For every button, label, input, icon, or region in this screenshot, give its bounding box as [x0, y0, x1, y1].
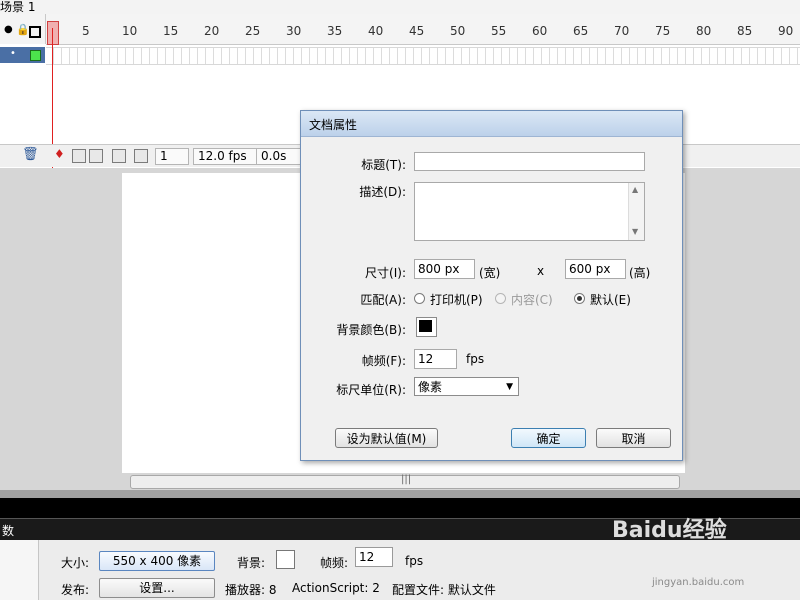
background-label: 背景: — [237, 556, 266, 570]
ruler-tick: 10 — [122, 24, 138, 38]
ruler-tick: 30 — [286, 24, 302, 38]
publish-label: 发布: — [61, 583, 90, 597]
edit-multiple-icon[interactable] — [112, 149, 126, 163]
actionscript-version: ActionScript: 2 — [292, 581, 380, 595]
frame-rate-unit: fps — [466, 352, 485, 366]
layer-color-icon[interactable] — [30, 50, 41, 61]
match-label: 匹配(A): — [360, 293, 406, 307]
scroll-grip-icon[interactable]: ||| — [401, 474, 411, 485]
height-input[interactable]: 600 px — [565, 259, 626, 279]
ruler-tick: 55 — [491, 24, 507, 38]
document-properties-dialog: 文档属性 标题(T): 描述(D): ▲ ▼ 尺寸(I): 800 px (宽)… — [300, 110, 683, 461]
ruler-units-label: 标尺单位(R): — [336, 383, 406, 397]
dimensions-label: 尺寸(I): — [365, 266, 406, 280]
dialog-title: 文档属性 — [309, 118, 358, 132]
ruler-units-value: 像素 — [418, 380, 443, 394]
ruler-tick: 85 — [737, 24, 753, 38]
match-default-label[interactable]: 默认(E) — [590, 291, 631, 308]
match-contents-label: 内容(C) — [511, 293, 553, 307]
title-input[interactable] — [414, 152, 645, 171]
properties-title: 数 — [2, 524, 15, 538]
scroll-down-icon[interactable]: ▼ — [632, 227, 638, 236]
ruler-tick: 20 — [204, 24, 220, 38]
trash-icon[interactable]: 🗑 — [22, 147, 39, 162]
cancel-button[interactable]: 取消 — [596, 428, 671, 448]
layer-dot-icon: • — [10, 48, 16, 59]
description-input[interactable] — [414, 182, 645, 241]
settings-button[interactable]: 设置... — [99, 578, 215, 598]
panel-divider[interactable] — [0, 490, 800, 498]
current-frame: 1 — [155, 148, 189, 165]
dimension-separator: x — [537, 264, 545, 278]
bg-color-fill — [419, 320, 432, 332]
match-printer-radio[interactable] — [414, 293, 425, 304]
match-default-radio[interactable] — [574, 293, 585, 304]
ruler-tick: 50 — [450, 24, 466, 38]
dialog-title-bar[interactable]: 文档属性 — [301, 111, 682, 137]
eye-icon[interactable]: ● — [4, 24, 13, 35]
description-scrollbar[interactable]: ▲ ▼ — [628, 183, 644, 240]
ruler-tick: 15 — [163, 24, 179, 38]
match-contents-radio — [495, 293, 506, 304]
profile-name: 配置文件: 默认文件 — [392, 583, 496, 597]
horizontal-scrollbar[interactable]: ||| — [130, 474, 680, 489]
ruler-tick: 70 — [614, 24, 630, 38]
frame-rate-readout: 12.0 fps — [193, 148, 257, 165]
chevron-down-icon: ▼ — [506, 382, 513, 392]
frame-rate-label: 帧频(F): — [361, 354, 406, 368]
properties-side — [0, 540, 39, 600]
bg-color-label: 背景颜色(B): — [336, 323, 406, 337]
modify-markers-icon[interactable] — [134, 149, 148, 163]
playhead-icon[interactable] — [47, 21, 59, 45]
size-button[interactable]: 550 x 400 像素 — [99, 551, 215, 571]
ruler-units-select[interactable]: 像素 ▼ — [414, 377, 519, 396]
onion-outline-icon[interactable] — [89, 149, 103, 163]
layer-header: ● 🔒 — [0, 14, 46, 44]
size-label: 大小: — [61, 556, 90, 570]
frame-rate-input[interactable]: 12 — [414, 349, 457, 369]
ruler-tick: 25 — [245, 24, 261, 38]
width-suffix: (宽) — [479, 266, 501, 280]
player-version: 播放器: 8 — [225, 583, 277, 597]
background-swatch[interactable] — [276, 550, 295, 569]
frame-ruler[interactable]: 1 5 10 15 20 25 30 35 40 45 50 55 60 65 … — [46, 14, 800, 45]
layer-row[interactable]: • — [0, 47, 45, 63]
ruler-tick: 40 — [368, 24, 384, 38]
ruler-tick: 35 — [327, 24, 343, 38]
frame-rate-label: 帧频: — [320, 556, 349, 570]
scroll-up-icon[interactable]: ▲ — [632, 185, 638, 194]
ruler-tick: 75 — [655, 24, 671, 38]
watermark-url: jingyan.baidu.com — [652, 577, 745, 588]
fps-label: fps — [405, 554, 424, 568]
bg-color-swatch[interactable] — [416, 317, 437, 337]
scene-label: 场景 1 — [0, 0, 36, 14]
ruler-tick: 65 — [573, 24, 589, 38]
ruler-tick: 5 — [82, 24, 90, 38]
outline-icon[interactable] — [29, 26, 41, 38]
ruler-tick: 80 — [696, 24, 712, 38]
description-label: 描述(D): — [359, 185, 406, 199]
width-input[interactable]: 800 px — [414, 259, 475, 279]
onion-skin-icon[interactable] — [72, 149, 86, 163]
ruler-tick: 45 — [409, 24, 425, 38]
ruler-tick: 60 — [532, 24, 548, 38]
elapsed-time: 0.0s — [256, 148, 302, 165]
ok-button[interactable]: 确定 — [511, 428, 586, 448]
watermark-logo: Baidu经验 — [612, 518, 727, 543]
ruler-tick: 90 — [778, 24, 794, 38]
frame-cells[interactable] — [46, 47, 800, 65]
height-suffix: (高) — [629, 266, 651, 280]
scene-bar: 场景 1 — [0, 0, 800, 15]
frame-rate-input[interactable]: 12 — [355, 547, 393, 567]
make-default-button[interactable]: 设为默认值(M) — [335, 428, 438, 448]
title-label: 标题(T): — [361, 158, 406, 172]
properties-panel: 大小: 550 x 400 像素 背景: 帧频: 12 fps 发布: 设置..… — [0, 540, 800, 600]
match-printer-label[interactable]: 打印机(P) — [430, 291, 483, 308]
lock-icon[interactable]: 🔒 — [16, 23, 30, 36]
onion-center-icon[interactable]: ♦ — [54, 147, 65, 161]
